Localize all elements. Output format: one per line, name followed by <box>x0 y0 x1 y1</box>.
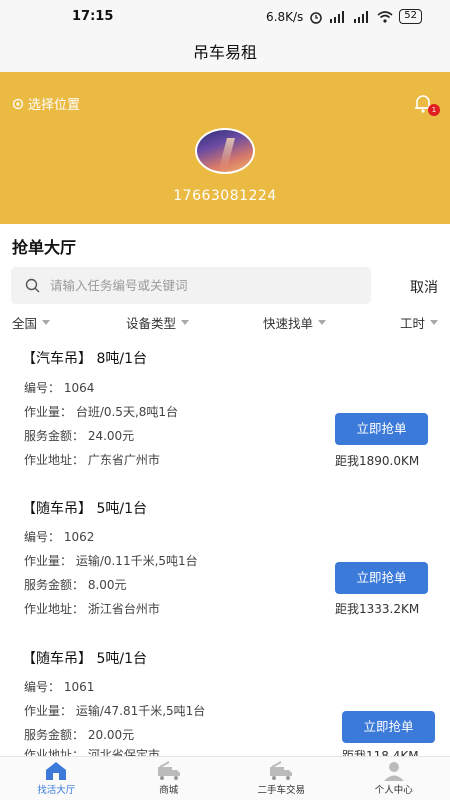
order-id: 编号： 1061 <box>24 680 95 694</box>
order-workload: 作业量： 运输/0.11千米,5吨1台 <box>24 554 198 568</box>
network-speed: 6.8K/s <box>266 9 304 24</box>
signal-icon <box>330 10 345 23</box>
order-distance: 距我1333.2KM <box>335 602 420 616</box>
filter-work-hours[interactable]: 工时 <box>400 313 439 332</box>
caret-down-icon <box>42 320 51 325</box>
order-workload: 作业量： 台班/0.5天,8吨1台 <box>24 405 179 419</box>
order-id: 编号： 1064 <box>24 381 95 395</box>
order-amount: 服务金额： 24.00元 <box>24 429 135 443</box>
tab-label: 二手车交易 <box>257 785 305 796</box>
order-title: 【汽车吊】 8吨/1台 <box>22 351 147 367</box>
order-card: 【随车吊】 5吨/1台 编号： 1061 作业量： 运输/47.81千米,5吨1… <box>0 640 450 756</box>
order-amount: 服务金额： 8.00元 <box>24 578 127 592</box>
order-id: 编号： 1062 <box>24 530 95 544</box>
filter-bar: 全国 设备类型 快速找单 工时 <box>0 313 450 331</box>
signal-icon-2 <box>354 10 369 23</box>
user-icon <box>383 762 404 781</box>
order-list: 【汽车吊】 8吨/1台 编号： 1064 作业量： 台班/0.5天,8吨1台 服… <box>0 340 450 756</box>
status-bar: 17:15 6.8K/s 52 <box>0 0 450 34</box>
filter-label: 设备类型 <box>126 316 177 331</box>
grab-order-button[interactable]: 立即抢单 <box>342 711 435 743</box>
grab-order-button[interactable]: 立即抢单 <box>335 413 428 445</box>
alarm-icon <box>310 11 323 24</box>
search-icon <box>25 278 40 293</box>
bottom-tab-bar: 找活大厅 商城 二手车交易 个人中心 <box>0 756 450 800</box>
order-amount: 服务金额： 20.00元 <box>24 728 135 742</box>
tab-used-trade[interactable]: 二手车交易 <box>225 757 338 800</box>
location-label: 选择位置 <box>28 98 81 113</box>
truck-icon <box>270 761 293 780</box>
order-card: 【随车吊】 5吨/1台 编号： 1062 作业量： 运输/0.11千米,5吨1台… <box>0 490 450 640</box>
order-title: 【随车吊】 5吨/1台 <box>22 501 147 517</box>
order-address: 作业地址： 河北省保定市 <box>24 748 160 756</box>
filter-label: 全国 <box>12 316 38 331</box>
filter-label: 工时 <box>400 316 426 331</box>
grab-order-button[interactable]: 立即抢单 <box>335 562 428 594</box>
truck-icon <box>157 761 180 780</box>
order-address: 作业地址： 浙江省台州市 <box>24 602 160 616</box>
order-card: 【汽车吊】 8吨/1台 编号： 1064 作业量： 台班/0.5天,8吨1台 服… <box>0 340 450 490</box>
app-title: 吊车易租 <box>0 34 450 72</box>
filter-equipment-type[interactable]: 设备类型 <box>126 313 190 332</box>
order-address: 作业地址： 广东省广州市 <box>24 453 160 467</box>
location-selector[interactable]: 选择位置 <box>12 94 80 113</box>
profile-header: 选择位置 1 17663081224 <box>0 72 450 224</box>
battery-indicator: 52 <box>399 9 422 24</box>
page-title: 抢单大厅 <box>12 238 77 257</box>
caret-down-icon <box>430 320 439 325</box>
order-title: 【随车吊】 5吨/1台 <box>22 651 147 667</box>
filter-quick-find[interactable]: 快速找单 <box>263 313 327 332</box>
tab-label: 找活大厅 <box>37 785 76 796</box>
caret-down-icon <box>318 320 327 325</box>
home-icon <box>46 762 67 780</box>
search-box[interactable] <box>11 267 371 304</box>
order-distance: 距我118.4KM <box>342 749 419 756</box>
avatar[interactable] <box>195 128 255 174</box>
tab-job-hall[interactable]: 找活大厅 <box>0 757 113 800</box>
order-workload: 作业量： 运输/47.81千米,5吨1台 <box>24 704 206 718</box>
tab-mall[interactable]: 商城 <box>113 757 226 800</box>
notification-button[interactable]: 1 <box>412 92 440 116</box>
cancel-button[interactable]: 取消 <box>410 277 438 297</box>
tab-label: 商城 <box>159 785 179 796</box>
wifi-icon <box>377 10 393 23</box>
user-phone: 17663081224 <box>173 188 277 204</box>
filter-region[interactable]: 全国 <box>12 313 51 332</box>
location-pin-icon <box>12 98 24 109</box>
notification-badge: 1 <box>428 104 440 116</box>
order-distance: 距我1890.0KM <box>335 454 420 468</box>
caret-down-icon <box>181 320 190 325</box>
tab-profile[interactable]: 个人中心 <box>338 757 450 800</box>
status-indicators: 6.8K/s 52 <box>266 9 422 24</box>
tab-label: 个人中心 <box>374 785 413 796</box>
search-input[interactable] <box>50 278 340 293</box>
filter-label: 快速找单 <box>263 316 314 331</box>
status-time: 17:15 <box>72 9 114 24</box>
